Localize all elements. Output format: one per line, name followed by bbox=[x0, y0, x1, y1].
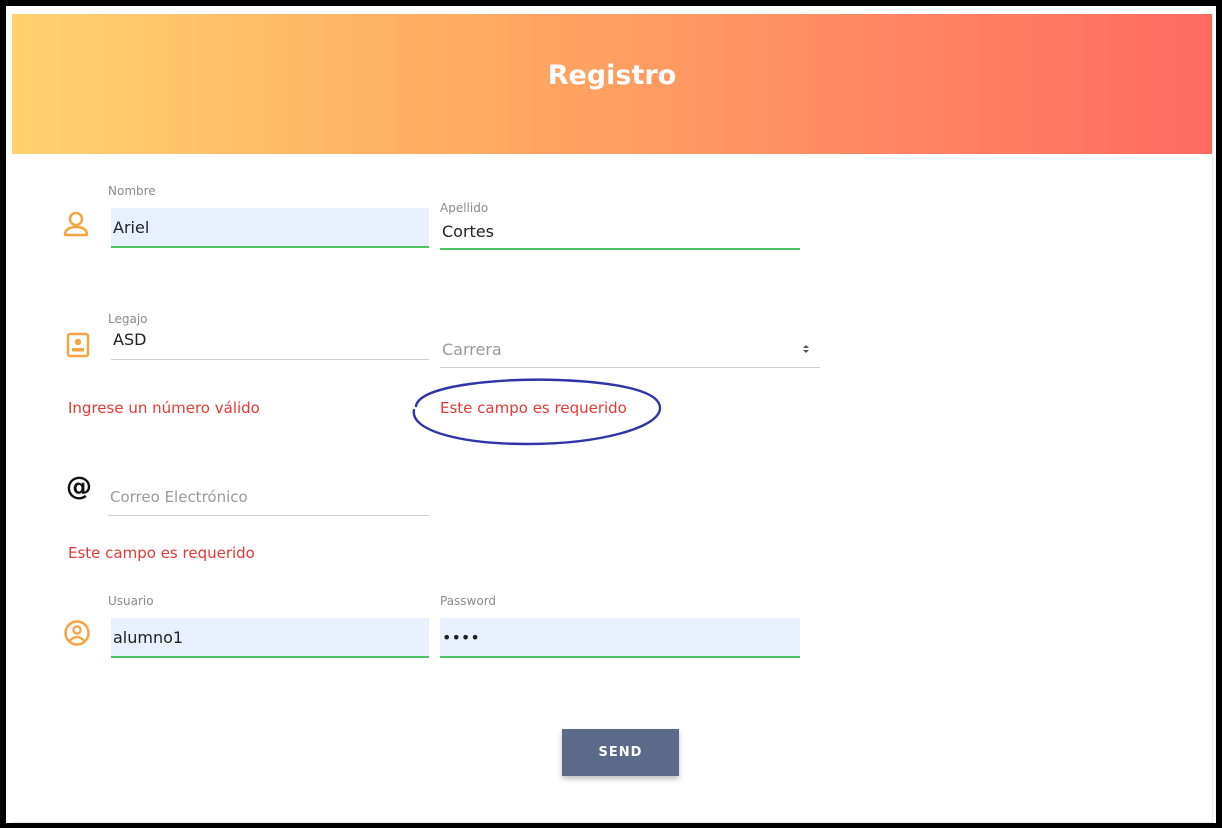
id-badge-icon bbox=[66, 332, 90, 358]
password-input[interactable]: •••• bbox=[440, 618, 800, 658]
account-circle-icon bbox=[64, 620, 90, 646]
legajo-input[interactable]: ASD bbox=[111, 320, 429, 360]
at-icon: @ bbox=[66, 472, 92, 502]
header-banner: Registro bbox=[12, 14, 1212, 154]
nombre-input[interactable]: Ariel bbox=[111, 208, 429, 248]
nombre-label: Nombre bbox=[108, 184, 156, 198]
legajo-error: Ingrese un número válido bbox=[68, 399, 260, 417]
user-icon bbox=[63, 211, 89, 237]
carrera-select[interactable]: Carrera bbox=[440, 328, 820, 368]
correo-input[interactable]: Correo Electrónico bbox=[108, 476, 429, 516]
carrera-placeholder: Carrera bbox=[442, 340, 502, 359]
send-button[interactable]: SEND bbox=[562, 729, 679, 776]
correo-error: Este campo es requerido bbox=[68, 544, 255, 562]
password-label: Password bbox=[440, 594, 497, 608]
window-frame: Registro Nombre Ariel Apellido Cortes Le… bbox=[6, 6, 1216, 823]
apellido-input[interactable]: Cortes bbox=[440, 210, 800, 250]
usuario-label: Usuario bbox=[108, 594, 154, 608]
usuario-input[interactable]: alumno1 bbox=[111, 618, 429, 658]
page-title: Registro bbox=[547, 60, 677, 91]
annotation-ellipse bbox=[412, 378, 662, 446]
select-arrows-icon bbox=[803, 345, 809, 353]
